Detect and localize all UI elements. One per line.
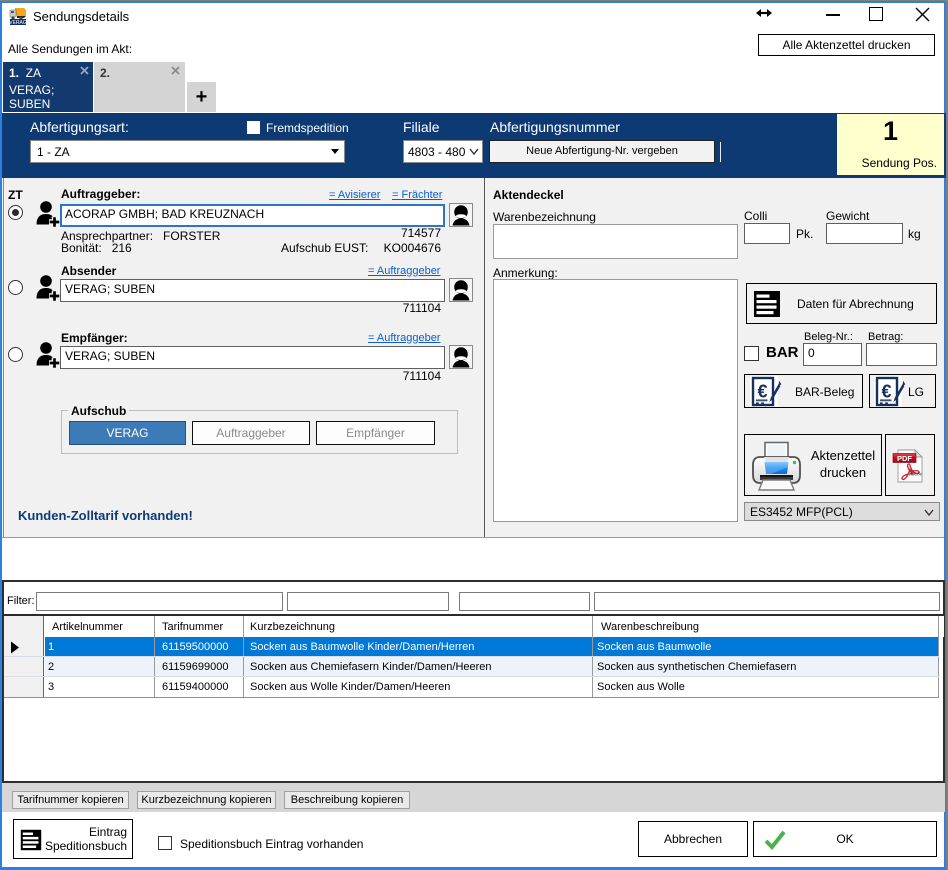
svg-text:PDF: PDF <box>897 454 912 463</box>
svg-text:€: € <box>881 382 891 402</box>
svg-text:€: € <box>757 382 767 402</box>
svg-text:VERAG: VERAG <box>9 20 27 25</box>
svg-text:Adobe: Adobe <box>908 473 923 478</box>
